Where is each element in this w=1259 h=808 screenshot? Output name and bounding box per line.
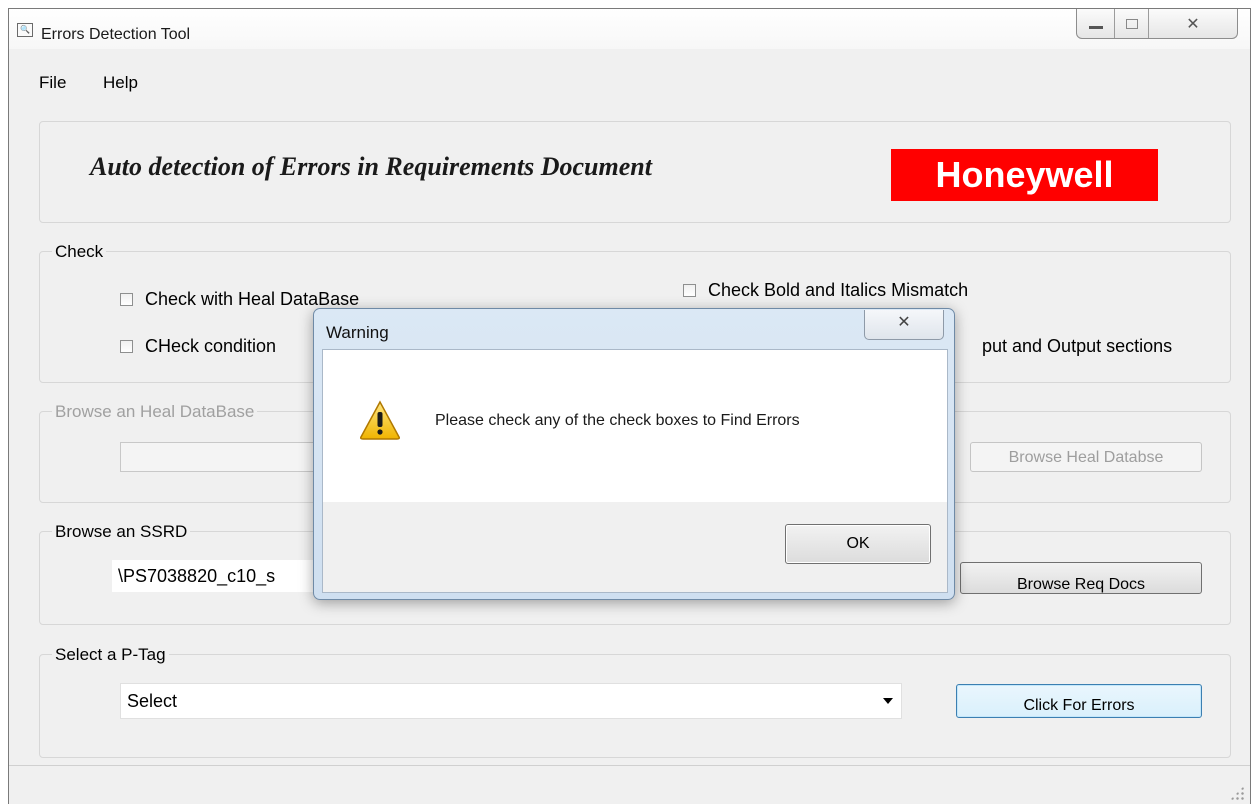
checkbox-heal-database[interactable]: Check with Heal DataBase xyxy=(120,289,359,310)
checkbox-box[interactable] xyxy=(683,284,696,297)
title-bar[interactable]: 🔍 Errors Detection Tool ✕ xyxy=(9,9,1250,49)
menu-help[interactable]: Help xyxy=(103,73,138,93)
warning-icon xyxy=(360,400,400,440)
resize-grip-icon[interactable] xyxy=(1230,786,1244,800)
window-controls: ✕ xyxy=(1076,9,1238,39)
browse-heal-button: Browse Heal Databse xyxy=(970,442,1202,472)
dialog-title: Warning xyxy=(326,323,389,342)
checkbox-box[interactable] xyxy=(120,293,133,306)
banner-title: Auto detection of Errors in Requirements… xyxy=(90,152,652,181)
dialog-message: Please check any of the check boxes to F… xyxy=(435,412,800,429)
dialog-body: Please check any of the check boxes to F… xyxy=(322,349,948,593)
check-group-legend: Check xyxy=(52,242,107,262)
dialog-close-button[interactable]: ✕ xyxy=(864,310,944,340)
ptag-dropdown[interactable]: Select xyxy=(120,683,902,719)
browse-ssrd-legend: Browse an SSRD xyxy=(52,522,191,542)
status-bar xyxy=(9,765,1250,804)
banner-panel: Auto detection of Errors in Requirements… xyxy=(39,121,1231,223)
minimize-button[interactable] xyxy=(1077,9,1115,38)
dialog-footer: OK xyxy=(323,502,947,592)
honeywell-logo: Honeywell xyxy=(891,149,1158,201)
window-title: Errors Detection Tool xyxy=(41,26,191,43)
browse-req-docs-button[interactable]: Browse Req Docs xyxy=(960,562,1202,594)
checkbox-label: CHeck condition xyxy=(145,336,277,356)
warning-dialog: Warning ✕ Please check any of the check … xyxy=(313,308,955,600)
checkbox-bold-italics[interactable]: Check Bold and Italics Mismatch xyxy=(683,280,968,301)
maximize-button[interactable] xyxy=(1115,9,1149,38)
chevron-down-icon[interactable] xyxy=(883,698,893,704)
close-icon: ✕ xyxy=(1186,15,1200,33)
checkbox-box[interactable] xyxy=(120,340,133,353)
ptag-legend: Select a P-Tag xyxy=(52,645,169,665)
maximize-icon xyxy=(1125,18,1138,29)
checkbox-io-sections-label: put and Output sections xyxy=(982,336,1173,356)
menu-file[interactable]: File xyxy=(39,73,66,93)
browse-heal-legend: Browse an Heal DataBase xyxy=(52,402,258,422)
ptag-selected-value: Select xyxy=(127,691,178,711)
minimize-icon xyxy=(1088,26,1103,29)
close-button[interactable]: ✕ xyxy=(1149,9,1237,38)
dialog-message-area: Please check any of the check boxes to F… xyxy=(323,350,947,502)
menu-bar: File Help xyxy=(9,65,1250,101)
checkbox-condition[interactable]: CHeck condition xyxy=(120,336,276,357)
checkbox-label: Check with Heal DataBase xyxy=(145,289,360,309)
close-icon: ✕ xyxy=(897,314,911,331)
ssrd-path-input[interactable]: \PS7038820_c10_s xyxy=(112,560,332,592)
magnifier-icon[interactable]: 🔍 xyxy=(17,23,33,37)
heal-path-input xyxy=(120,442,320,472)
ok-button[interactable]: OK xyxy=(785,524,931,564)
checkbox-label: Check Bold and Italics Mismatch xyxy=(708,280,969,300)
ptag-group: Select a P-Tag Select Click For Errors xyxy=(39,645,1231,758)
click-for-errors-button[interactable]: Click For Errors xyxy=(956,684,1202,718)
